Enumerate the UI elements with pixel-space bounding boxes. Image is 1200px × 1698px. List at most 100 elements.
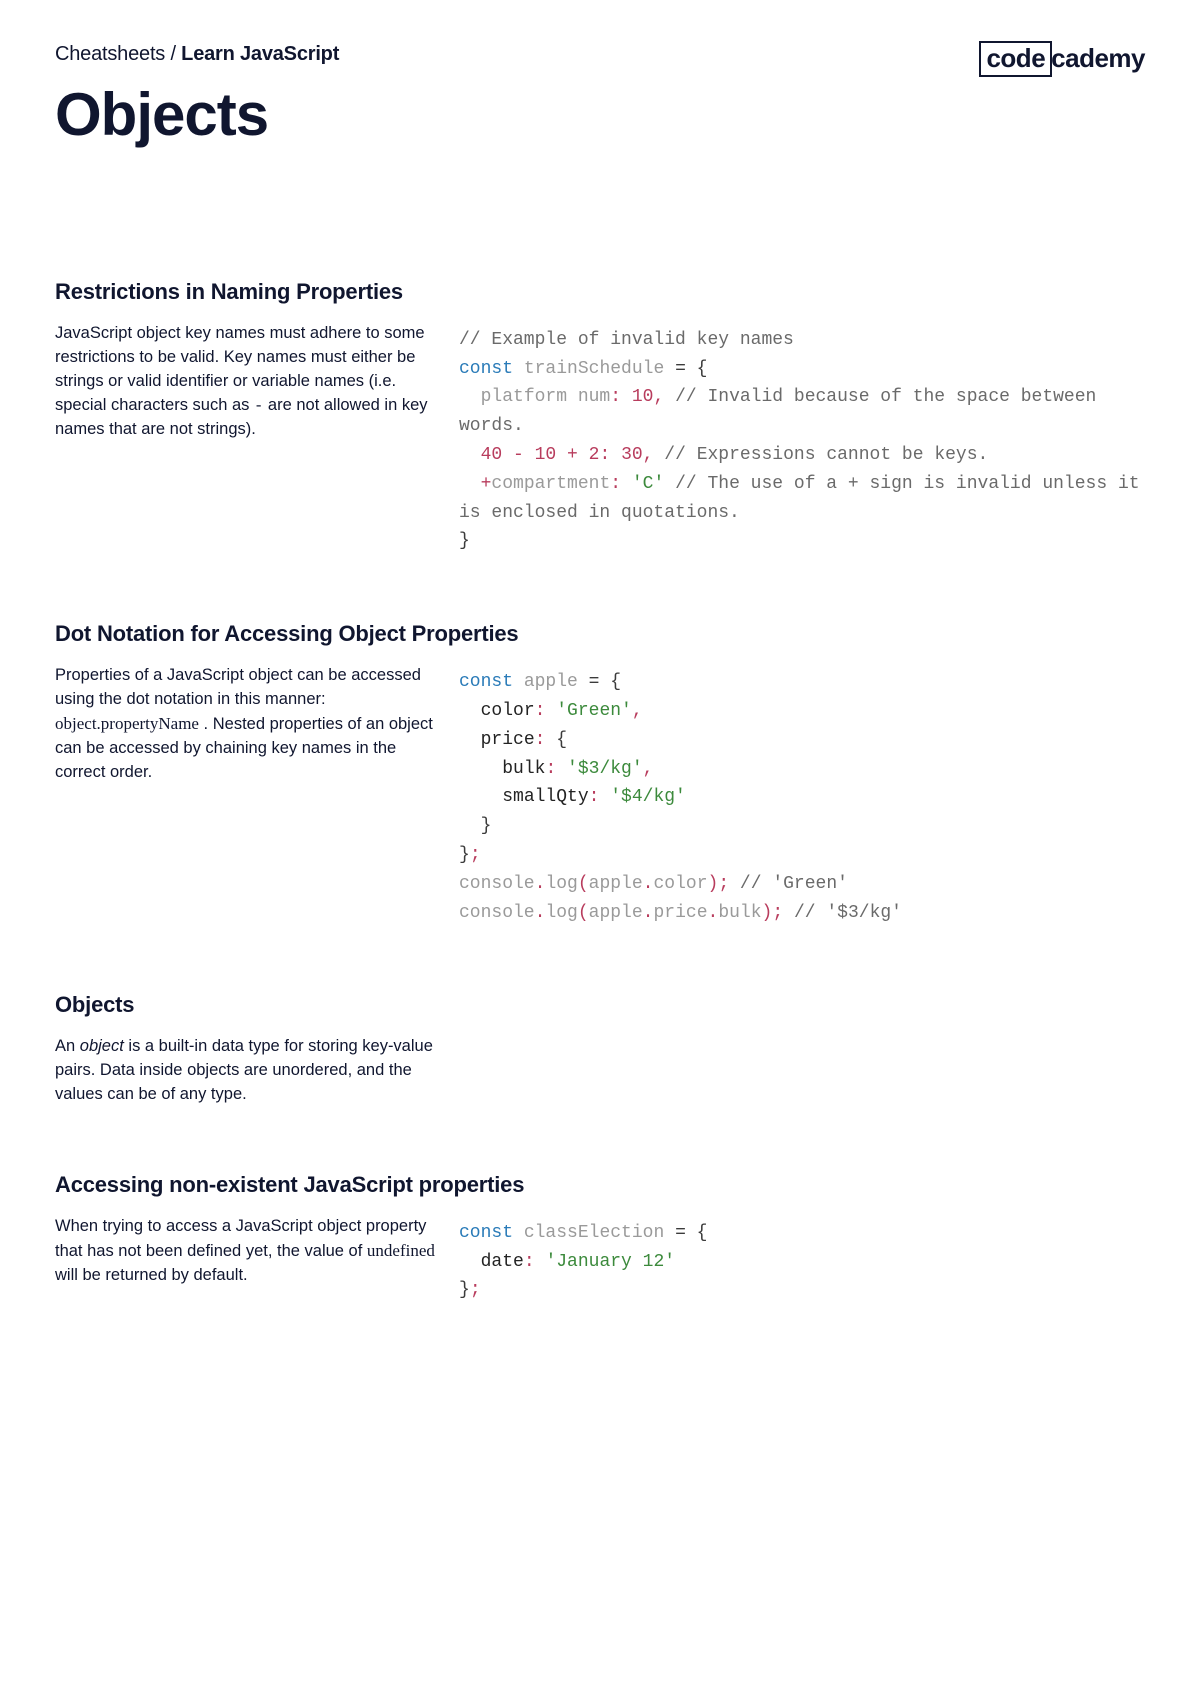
section-title: Dot Notation for Accessing Object Proper…: [55, 618, 1145, 650]
code-prop: price: [481, 730, 535, 750]
text-col: JavaScript object key names must adhere …: [55, 322, 435, 556]
code-ref: price: [653, 903, 707, 923]
section-dot-notation: Dot Notation for Accessing Object Proper…: [55, 618, 1145, 927]
code-colon: :: [599, 445, 621, 465]
text-col: Properties of a JavaScript object can be…: [55, 664, 435, 927]
code-prop: smallQty: [502, 787, 588, 807]
code-str: '$3/kg': [567, 759, 643, 779]
code-var: classElection: [524, 1223, 664, 1243]
code-rbrace: }: [481, 816, 492, 836]
code-lbrace: {: [556, 730, 567, 750]
code-lbrace: {: [697, 359, 708, 379]
code-log: log: [545, 903, 577, 923]
code-str: 'Green': [556, 701, 632, 721]
code-block: const apple = { color: 'Green', price: {…: [459, 664, 1145, 927]
code-colon: :: [610, 387, 632, 407]
code-semi: ;: [772, 903, 783, 923]
breadcrumb-wrap: Cheatsheets / Learn JavaScript Objects: [55, 40, 339, 268]
breadcrumb-course: Learn JavaScript: [181, 43, 339, 65]
mono-example: object.propertyName: [55, 714, 199, 733]
code-prop: platform num: [481, 387, 611, 407]
section-body: An object is a built-in data type for st…: [55, 1035, 1145, 1107]
code-semi: ;: [470, 1280, 481, 1300]
code-keyword: const: [459, 672, 513, 692]
section-objects: Objects An object is a built-in data typ…: [55, 989, 1145, 1107]
section-title: Restrictions in Naming Properties: [55, 276, 1145, 308]
code-op: +: [556, 445, 588, 465]
code-ref: apple: [589, 874, 643, 894]
logo: codecademy: [979, 40, 1145, 78]
code-dot: .: [535, 874, 546, 894]
code-colon: :: [535, 730, 557, 750]
p1: Properties of a JavaScript object can be…: [55, 666, 421, 708]
code-op: -: [502, 445, 534, 465]
code-console: console: [459, 874, 535, 894]
code-num: 2: [589, 445, 600, 465]
code-colon: :: [610, 474, 632, 494]
code-ref: color: [653, 874, 707, 894]
code-log: log: [545, 874, 577, 894]
code-rbrace: }: [459, 1280, 470, 1300]
code-comment: // Expressions cannot be keys.: [653, 445, 988, 465]
code-eq: =: [578, 672, 610, 692]
code-eq: =: [664, 1223, 696, 1243]
code-eq: =: [664, 359, 696, 379]
code-lbrace: {: [610, 672, 621, 692]
code-str: '$4/kg': [610, 787, 686, 807]
code-num: 10: [632, 387, 654, 407]
code-lbrace: {: [697, 1223, 708, 1243]
code-plus: +: [481, 474, 492, 494]
code-num: 10: [535, 445, 557, 465]
italic-object: object: [80, 1037, 124, 1055]
code-colon: :: [535, 701, 557, 721]
code-comma: ,: [643, 759, 654, 779]
code-block-empty: [459, 1035, 1145, 1107]
code-ref: apple: [589, 903, 643, 923]
code-prop: date: [481, 1252, 524, 1272]
breadcrumb: Cheatsheets / Learn JavaScript: [55, 40, 339, 69]
code-comma: ,: [653, 387, 664, 407]
code-prop: compartment: [491, 474, 610, 494]
section-title: Accessing non-existent JavaScript proper…: [55, 1169, 1145, 1201]
breadcrumb-prefix: Cheatsheets /: [55, 43, 181, 65]
code-colon: :: [589, 787, 611, 807]
code-dot: .: [643, 874, 654, 894]
code-comment: // Example of invalid key names: [459, 330, 794, 350]
code-console: console: [459, 903, 535, 923]
code-var: apple: [524, 672, 578, 692]
code-dot: .: [643, 903, 654, 923]
code-rparen: ): [762, 903, 773, 923]
logo-rest: cademy: [1051, 40, 1145, 78]
section-nonexistent: Accessing non-existent JavaScript proper…: [55, 1169, 1145, 1305]
code-prop: color: [481, 701, 535, 721]
section-title: Objects: [55, 989, 1145, 1021]
code-dot: .: [535, 903, 546, 923]
code-comma: ,: [643, 445, 654, 465]
page-title: Objects: [55, 71, 339, 158]
code-num: 30: [621, 445, 643, 465]
section-body: When trying to access a JavaScript objec…: [55, 1215, 1145, 1305]
code-semi: ;: [718, 874, 729, 894]
code-keyword: const: [459, 1223, 513, 1243]
code-semi: ;: [470, 845, 481, 865]
p1: An: [55, 1037, 80, 1055]
code-lparen: (: [578, 874, 589, 894]
code-rbrace: }: [459, 845, 470, 865]
section-body: Properties of a JavaScript object can be…: [55, 664, 1145, 927]
logo-box: code: [979, 41, 1052, 77]
code-colon: :: [545, 759, 567, 779]
dash: -: [254, 397, 263, 415]
code-keyword: const: [459, 359, 513, 379]
text-col: When trying to access a JavaScript objec…: [55, 1215, 435, 1305]
p2: will be returned by default.: [55, 1266, 248, 1284]
section-naming: Restrictions in Naming Properties JavaSc…: [55, 276, 1145, 556]
code-num: 40: [481, 445, 503, 465]
code-comment: // '$3/kg': [783, 903, 902, 923]
code-str: 'C': [632, 474, 664, 494]
code-lparen: (: [578, 903, 589, 923]
code-comment: // 'Green': [729, 874, 848, 894]
code-comma: ,: [632, 701, 643, 721]
code-block: // Example of invalid key names const tr…: [459, 322, 1145, 556]
code-dot: .: [708, 903, 719, 923]
code-ref: bulk: [718, 903, 761, 923]
